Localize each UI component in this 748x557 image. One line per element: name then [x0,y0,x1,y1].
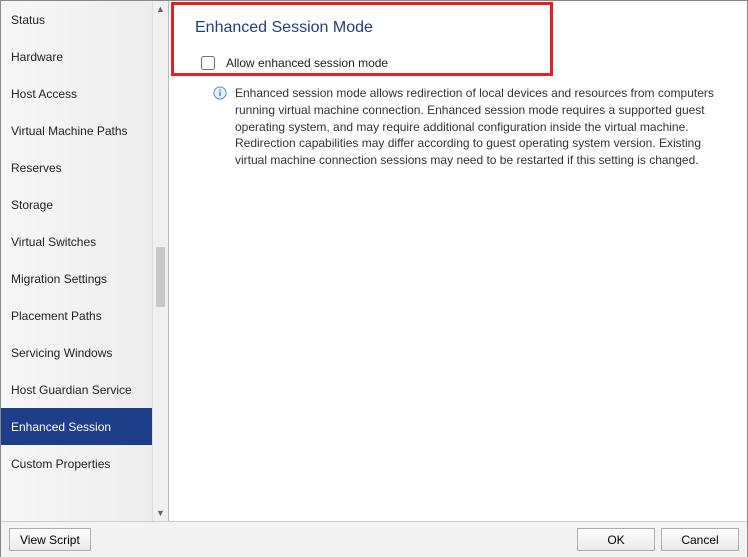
sidebar-item-virtual-machine-paths[interactable]: Virtual Machine Paths [1,112,159,149]
checkbox-label: Allow enhanced session mode [226,56,388,70]
sidebar-item-label: Hardware [11,50,63,64]
sidebar-item-host-access[interactable]: Host Access [1,75,159,112]
sidebar-scroll-area: Status Hardware Host Access Virtual Mach… [1,1,168,521]
view-script-button[interactable]: View Script [9,528,91,551]
sidebar-item-hardware[interactable]: Hardware [1,38,159,75]
scroll-up-icon[interactable]: ▲ [153,1,168,17]
scroll-down-icon[interactable]: ▼ [153,505,168,521]
sidebar-item-host-guardian-service[interactable]: Host Guardian Service [1,371,159,408]
sidebar-item-label: Virtual Machine Paths [11,124,128,138]
main-area: Status Hardware Host Access Virtual Mach… [1,1,747,521]
page-title: Enhanced Session Mode [195,19,721,37]
sidebar-item-label: Storage [11,198,53,212]
scroll-thumb[interactable] [156,247,165,307]
info-icon [213,86,227,100]
sidebar-item-enhanced-session[interactable]: Enhanced Session [1,408,159,445]
sidebar-item-label: Host Access [11,87,77,101]
sidebar-item-label: Status [11,13,45,27]
sidebar-item-label: Migration Settings [11,272,107,286]
sidebar-item-status[interactable]: Status [1,1,159,38]
allow-enhanced-session-checkbox[interactable] [201,56,215,70]
sidebar-item-label: Placement Paths [11,309,102,323]
cancel-button[interactable]: Cancel [661,528,739,551]
sidebar-item-servicing-windows[interactable]: Servicing Windows [1,334,159,371]
scroll-track[interactable] [153,17,168,505]
sidebar-item-placement-paths[interactable]: Placement Paths [1,297,159,334]
content-panel: Enhanced Session Mode Allow enhanced ses… [169,1,747,521]
sidebar-item-reserves[interactable]: Reserves [1,149,159,186]
footer: View Script OK Cancel [1,521,747,557]
allow-enhanced-session-checkbox-row[interactable]: Allow enhanced session mode [197,53,721,73]
sidebar-item-label: Enhanced Session [11,420,111,434]
sidebar-item-label: Virtual Switches [11,235,96,249]
sidebar: Status Hardware Host Access Virtual Mach… [1,1,169,521]
sidebar-item-label: Host Guardian Service [11,383,132,397]
sidebar-item-label: Servicing Windows [11,346,112,360]
sidebar-item-custom-properties[interactable]: Custom Properties [1,445,159,482]
sidebar-scrollbar[interactable]: ▲ ▼ [152,1,168,521]
info-row: Enhanced session mode allows redirection… [213,85,721,169]
sidebar-list: Status Hardware Host Access Virtual Mach… [1,1,159,521]
sidebar-item-label: Custom Properties [11,457,110,471]
sidebar-item-label: Reserves [11,161,62,175]
info-text: Enhanced session mode allows redirection… [235,85,721,169]
sidebar-item-storage[interactable]: Storage [1,186,159,223]
sidebar-item-virtual-switches[interactable]: Virtual Switches [1,223,159,260]
ok-button[interactable]: OK [577,528,655,551]
sidebar-item-migration-settings[interactable]: Migration Settings [1,260,159,297]
